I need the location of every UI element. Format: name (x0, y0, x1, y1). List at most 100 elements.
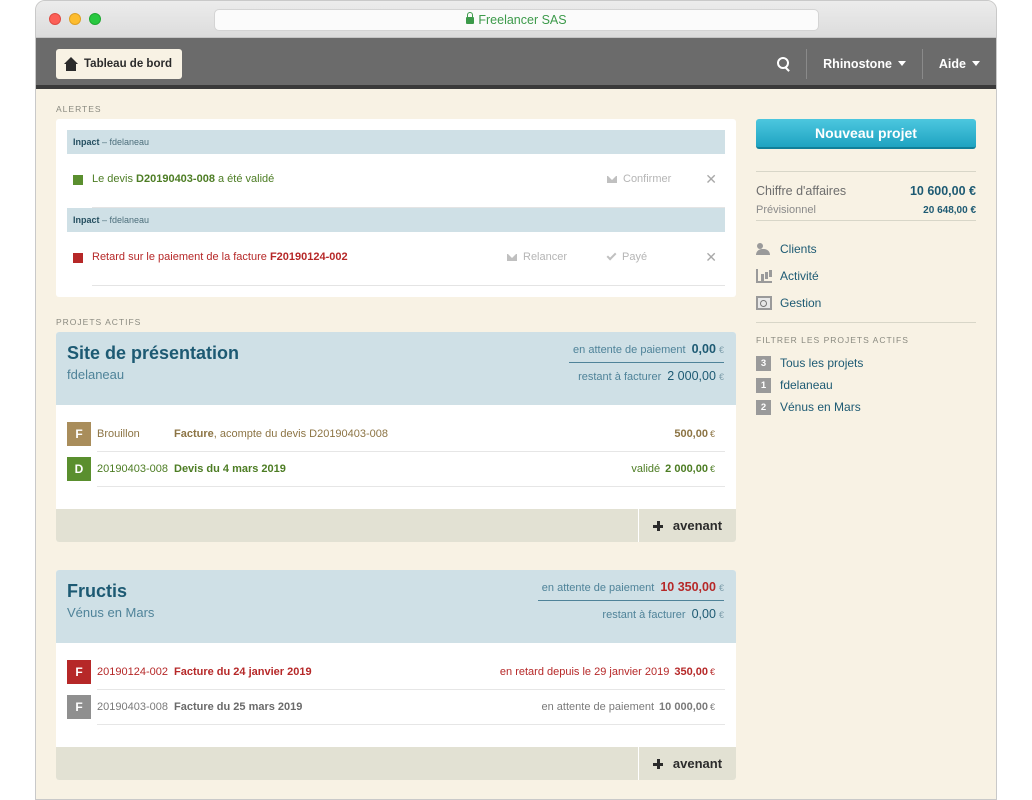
help-menu[interactable]: Aide (923, 57, 996, 71)
remaining-label: restant à facturer (578, 371, 662, 383)
filter-section-label: FILTRER LES PROJETS ACTIFS (756, 335, 909, 345)
minimize-window-button[interactable] (69, 13, 81, 25)
currency-symbol: € (709, 667, 715, 677)
project-header[interactable]: Fructis Vénus en Mars en attente de paie… (56, 570, 736, 643)
alerts-section-label: ALERTES (56, 104, 102, 114)
project-header[interactable]: Site de présentation fdelaneau en attent… (56, 332, 736, 405)
alert-reference-link[interactable]: F20190124-002 (270, 251, 348, 263)
document-list: F 20190124-002 Facture du 24 janvier 201… (56, 643, 736, 747)
alert-item: Retard sur le paiement de la facture F20… (67, 232, 725, 286)
app-header: Tableau de bord Rhinostone Aide (36, 38, 996, 89)
filter-item-all[interactable]: 3 Tous les projets (756, 352, 976, 374)
close-icon[interactable]: ✕ (705, 171, 717, 188)
close-icon[interactable]: ✕ (705, 249, 717, 266)
sidebar-item-label: Clients (780, 241, 817, 256)
new-project-button[interactable]: Nouveau projet (756, 119, 976, 149)
alerts-panel: Inpact – fdelaneau Le devis D20190403-00… (56, 119, 736, 297)
document-status: en retard depuis le 29 janvier 2019 (499, 666, 670, 678)
document-number: 20190403-008 (97, 463, 168, 475)
alert-message: Retard sur le paiement de la facture F20… (92, 251, 348, 263)
plus-icon (652, 520, 663, 531)
status-square-icon (73, 253, 83, 263)
sidebar-item-clients[interactable]: Clients (756, 235, 976, 262)
document-type-badge: D (67, 457, 91, 481)
remaining-to-invoice: restant à facturer 0,00 € (538, 601, 724, 621)
project-client: Vénus en Mars (67, 605, 155, 620)
alert-project-name: Inpact (73, 215, 100, 225)
alert-header: Inpact – fdelaneau (67, 208, 725, 232)
projects-section-label: PROJETS ACTIFS (56, 317, 142, 327)
home-icon (64, 57, 78, 71)
sidebar-item-activity[interactable]: Activité (756, 262, 976, 289)
sidebar-item-label: Gestion (780, 295, 822, 310)
revenue-summary: Chiffre d'affaires 10 600,00 € Prévision… (756, 171, 976, 221)
alert-project-name: Inpact (73, 137, 100, 147)
dashboard-button[interactable]: Tableau de bord (56, 49, 182, 79)
forecast-label: Prévisionnel (756, 204, 816, 216)
add-amendment-button[interactable]: avenant (638, 747, 736, 780)
document-label-bold: Facture du 24 janvier 2019 (174, 666, 312, 678)
filter-count-badge: 3 (756, 355, 771, 371)
sidebar-item-management[interactable]: Gestion (756, 289, 976, 316)
confirm-button[interactable]: Confirmer (607, 173, 671, 185)
document-amount: 500,00 € (669, 428, 715, 440)
project-title[interactable]: Fructis (67, 581, 127, 602)
document-row[interactable]: F 20190403-008 Facture du 25 mars 2019 e… (67, 690, 725, 725)
alert-header: Inpact – fdelaneau (67, 130, 725, 154)
pending-payment: en attente de paiement 10 350,00 € (537, 580, 724, 601)
currency-symbol: € (718, 345, 724, 355)
forecast-value: 20 648,00 € (923, 205, 976, 216)
document-label-bold: Facture du 25 mars 2019 (174, 701, 303, 713)
confirm-button-label: Confirmer (623, 173, 672, 185)
filter-item-fdelaneau[interactable]: 1 fdelaneau (756, 374, 976, 396)
document-type-badge: F (67, 695, 91, 719)
user-menu[interactable]: Rhinostone (807, 57, 922, 71)
document-status: validé (631, 463, 661, 475)
remind-button[interactable]: Relancer (507, 251, 567, 263)
currency-symbol: € (718, 372, 724, 382)
row-divider (92, 285, 725, 286)
remind-button-label: Relancer (523, 251, 568, 263)
add-amendment-label: avenant (672, 518, 723, 533)
remaining-amount: 0,00 (691, 607, 716, 621)
document-number: 20190403-008 (97, 701, 168, 713)
project-title[interactable]: Site de présentation (67, 343, 239, 364)
address-bar[interactable]: Freelancer SAS (214, 9, 819, 31)
sidebar-item-label: Activité (780, 268, 819, 283)
window-controls (49, 13, 101, 25)
close-window-button[interactable] (49, 13, 61, 25)
search-icon[interactable] (777, 57, 790, 70)
project-totals: en attente de paiement 10 350,00 € restan… (537, 580, 724, 621)
alert-client-name: – fdelaneau (99, 215, 150, 225)
remaining-amount: 2 000,00 (667, 369, 716, 383)
pending-payment-amount: 0,00 (691, 342, 716, 356)
document-row[interactable]: F 20190124-002 Facture du 24 janvier 201… (67, 655, 725, 690)
document-row[interactable]: D 20190403-008 Devis du 4 mars 2019 vali… (67, 452, 725, 487)
currency-symbol: € (709, 464, 715, 474)
document-amount-value: 2 000,00 (665, 463, 708, 475)
currency-symbol: € (718, 610, 724, 620)
document-row[interactable]: F Brouillon Facture, acompte du devis D2… (67, 417, 725, 452)
project-filters: 3 Tous les projets 1 fdelaneau 2 Vénus en M… (756, 352, 976, 418)
pending-payment-label: en attente de paiement (541, 582, 655, 594)
help-menu-label: Aide (938, 56, 966, 71)
document-label-rest: , acompte du devis D20190403-008 (213, 428, 389, 440)
envelope-icon (507, 253, 517, 261)
filter-item-label: Vénus en Mars (780, 400, 861, 414)
paid-button[interactable]: Payé (606, 250, 647, 263)
document-type-badge: F (67, 422, 91, 446)
alert-reference-link[interactable]: D20190403-008 (136, 173, 215, 185)
lock-icon (466, 12, 475, 24)
filter-count-badge: 1 (756, 377, 771, 393)
filter-item-label: Tous les projets (780, 356, 864, 370)
add-amendment-button[interactable]: avenant (638, 509, 736, 542)
caret-down-icon (897, 61, 906, 66)
sidebar: Nouveau projet Chiffre d'affaires 10 600… (756, 119, 976, 418)
filter-item-venus-en-mars[interactable]: 2 Vénus en Mars (756, 396, 976, 418)
document-amount-value: 10 000,00 (659, 701, 708, 713)
alert-item: Le devis D20190403-008 a été validé Conf… (67, 154, 725, 208)
document-label: Facture du 24 janvier 2019 (174, 666, 312, 678)
maximize-window-button[interactable] (89, 13, 101, 25)
document-type-badge: F (67, 660, 91, 684)
document-amount-value: 350,00 (674, 666, 708, 678)
